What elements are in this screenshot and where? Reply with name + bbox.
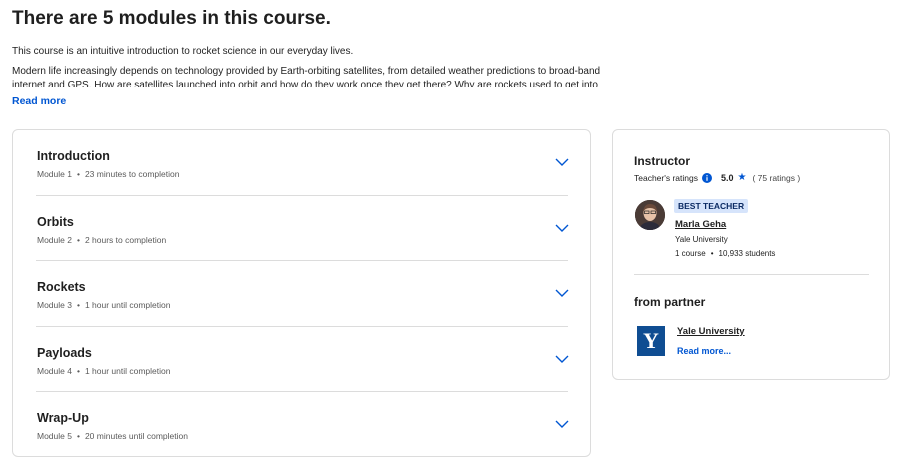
module-meta: Module 4 • 1 hour until completion (37, 366, 170, 376)
best-teacher-badge: BEST TEACHER (674, 199, 749, 213)
instructor-avatar[interactable] (635, 200, 665, 230)
module-number: Module 1 (37, 169, 72, 179)
meta-separator: • (76, 169, 80, 179)
info-icon[interactable] (702, 172, 712, 183)
section-divider (634, 274, 869, 275)
modules-list: Introduction Module 1 • 23 minutes to comp… (12, 129, 591, 457)
instructor-stats: 1 course • 10,933 students (675, 249, 775, 258)
instructor-courses: 1 course (675, 249, 706, 258)
instructor-university: Yale University (675, 235, 728, 244)
instructor-partner-card: Instructor Teacher's ratings 5.0 ★ ( 75 … (612, 129, 890, 380)
module-meta: Module 5 • 20 minutes until completion (37, 431, 188, 441)
module-meta: Module 3 • 1 hour until completion (37, 300, 170, 310)
module-number: Module 5 (37, 431, 72, 441)
ratings-count: ( 75 ratings ) (752, 172, 801, 183)
module-title: Orbits (37, 214, 74, 229)
partner-section-title: from partner (634, 295, 706, 309)
course-description: This course is an intuitive introduction… (12, 45, 602, 93)
module-item-introduction[interactable]: Introduction Module 1 • 23 minutes to comp… (36, 130, 569, 196)
module-duration: 23 minutes to completion (84, 169, 180, 179)
chevron-down-icon[interactable] (555, 419, 569, 429)
read-more-link[interactable]: Read more (12, 95, 66, 107)
module-item-rockets[interactable]: Rockets Module 3 • 1 hour until completion (36, 261, 569, 327)
teacher-ratings: Teacher's ratings 5.0 ★ ( 75 ratings ) (634, 172, 800, 183)
yale-logo[interactable]: Y (637, 326, 665, 356)
module-number: Module 3 (37, 300, 72, 310)
module-item-payloads[interactable]: Payloads Module 4 • 1 hour until completio… (36, 327, 569, 392)
meta-separator: • (76, 365, 80, 376)
module-duration: 1 hour until completion (84, 300, 171, 310)
rating-score: 5.0 (721, 172, 734, 183)
star-icon: ★ (737, 172, 747, 183)
module-item-wrap-up[interactable]: Wrap-Up Module 5 • 20 minutes until comple… (36, 392, 569, 458)
module-duration: 20 minutes until completion (84, 431, 188, 441)
module-title: Wrap-Up (37, 411, 89, 425)
meta-separator: • (76, 300, 80, 310)
module-duration: 2 hours to completion (84, 234, 167, 245)
chevron-down-icon[interactable] (555, 223, 569, 233)
chevron-down-icon[interactable] (555, 157, 569, 167)
partner-name-link[interactable]: Yale University (677, 326, 745, 337)
partner-read-more-link[interactable]: Read more... (677, 346, 731, 356)
instructor-section-title: Instructor (634, 154, 691, 168)
page-heading: There are 5 modules in this course. (12, 8, 331, 29)
description-body: Modern life increasingly depends on tech… (12, 66, 601, 87)
module-item-orbits[interactable]: Orbits Module 2 • 2 hours to completion (36, 196, 569, 261)
module-title: Introduction (37, 149, 110, 163)
module-duration: 1 hour until completion (84, 365, 171, 376)
meta-separator: • (76, 431, 80, 441)
ratings-label: Teacher's ratings (634, 172, 698, 183)
module-number: Module 4 (37, 365, 72, 376)
meta-separator: • (710, 249, 714, 258)
module-number: Module 2 (37, 234, 72, 245)
module-title: Payloads (37, 345, 92, 360)
module-title: Rockets (37, 280, 86, 294)
instructor-name-link[interactable]: Marla Geha (675, 219, 726, 230)
description-intro: This course is an intuitive introduction… (12, 46, 354, 57)
module-meta: Module 1 • 23 minutes to completion (37, 169, 179, 179)
instructor-students: 10,933 students (718, 249, 776, 258)
module-meta: Module 2 • 2 hours to completion (37, 235, 166, 245)
chevron-down-icon[interactable] (555, 288, 569, 298)
chevron-down-icon[interactable] (555, 354, 569, 364)
meta-separator: • (76, 234, 80, 245)
